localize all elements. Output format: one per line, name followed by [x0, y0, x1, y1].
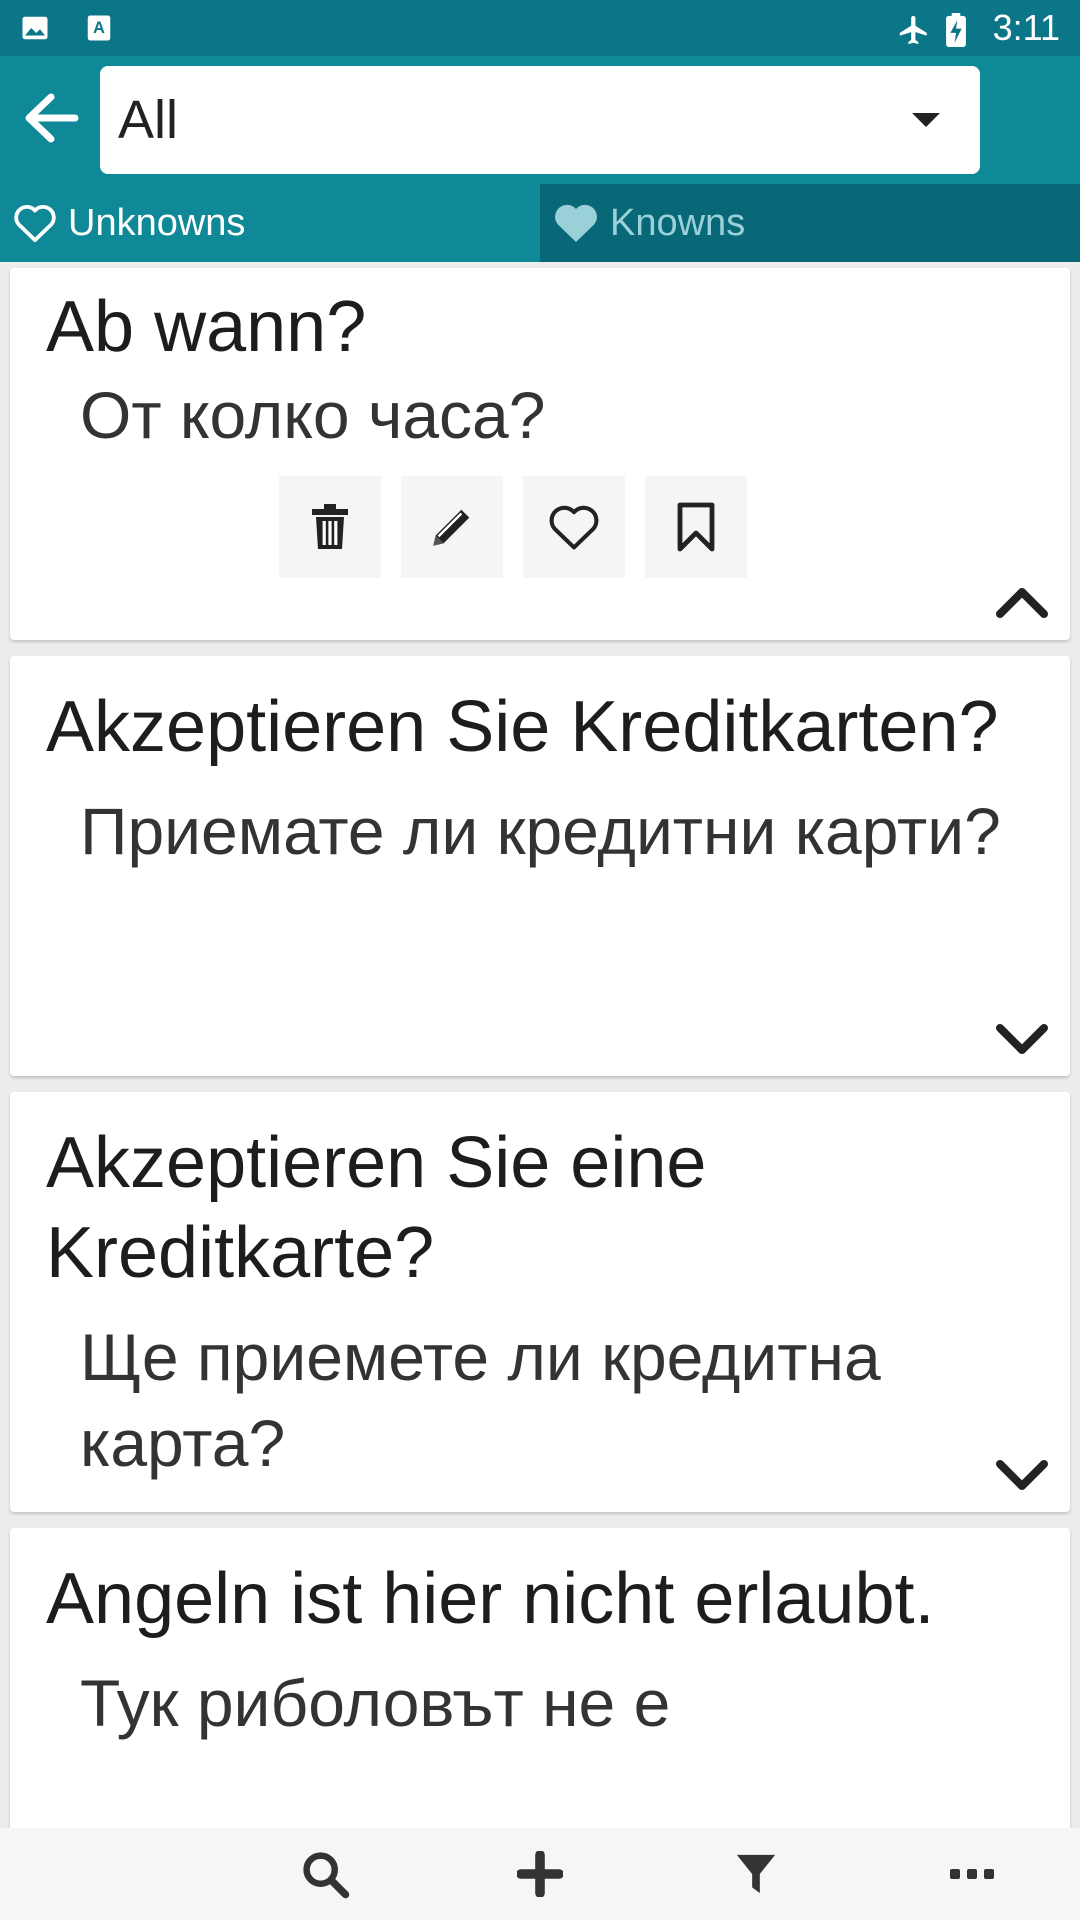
filter-button[interactable]	[726, 1844, 786, 1904]
tab-label: Unknowns	[68, 201, 246, 244]
phrase-term: Ab wann?	[46, 287, 367, 367]
phrase-list: Ab wann? От колко часа? Akzeptieren Sie …	[0, 262, 1080, 1828]
arrow-left-icon	[25, 93, 79, 143]
battery-charging-icon	[945, 13, 975, 48]
heart-outline-icon	[14, 205, 56, 243]
dropdown-arrow-icon	[912, 113, 940, 127]
phrase-translation: От колко часа?	[80, 378, 546, 452]
filter-dropdown-value: All	[118, 90, 179, 150]
bookmark-icon	[677, 502, 715, 552]
phrase-card[interactable]: Ab wann? От колко часа?	[10, 268, 1070, 640]
phrase-term: Akzeptieren Sie Kreditkarten?	[46, 687, 999, 767]
phrase-term: Angeln ist hier nicht erlaubt.	[46, 1559, 935, 1639]
tab-bar: Unknowns Knowns	[0, 184, 1080, 262]
card-actions	[0, 476, 1040, 578]
tab-unknowns[interactable]: Unknowns	[0, 184, 540, 262]
back-button[interactable]	[18, 86, 82, 150]
status-time: 3:11	[992, 7, 1060, 48]
tab-knowns[interactable]: Knowns	[540, 184, 1080, 262]
svg-text:A: A	[93, 19, 105, 37]
filter-dropdown[interactable]: All	[100, 66, 980, 174]
phrase-term: Akzeptieren Sie eine Kreditkarte?	[46, 1123, 707, 1293]
phrase-card[interactable]: Akzeptieren Sie eine Kreditkarte? Ще при…	[10, 1092, 1070, 1512]
more-button[interactable]	[942, 1844, 1002, 1904]
bookmark-button[interactable]	[645, 476, 747, 578]
search-button[interactable]	[295, 1844, 355, 1904]
pencil-icon	[433, 509, 470, 546]
phrase-translation: Тук риболовът не е	[80, 1666, 671, 1740]
airplane-mode-icon	[897, 13, 927, 45]
chevron-down-icon[interactable]	[994, 1018, 1050, 1058]
more-icon	[950, 1869, 994, 1879]
status-bar: A 3:11	[0, 0, 1080, 56]
chevron-down-icon[interactable]	[994, 1454, 1050, 1494]
phrase-card[interactable]: Angeln ist hier nicht erlaubt. Тук рибол…	[10, 1528, 1070, 1828]
favorite-button[interactable]	[523, 476, 625, 578]
toolbar: All	[0, 56, 1080, 184]
image-icon	[20, 13, 50, 43]
phrase-translation: Приемате ли кредитни карти?	[80, 794, 1001, 868]
phrase-translation: Ще приемете ли кредитна карта?	[80, 1320, 881, 1480]
trash-icon	[312, 504, 348, 549]
chevron-up-icon[interactable]	[994, 582, 1050, 622]
font-a-icon: A	[84, 13, 114, 43]
phrase-card[interactable]: Akzeptieren Sie Kreditkarten? Приемате л…	[10, 656, 1070, 1076]
search-icon	[303, 1852, 350, 1899]
heart-outline-icon	[549, 505, 599, 550]
edit-button[interactable]	[401, 476, 503, 578]
bottom-toolbar	[0, 1828, 1080, 1920]
filter-icon	[736, 1854, 776, 1894]
plus-icon	[517, 1851, 563, 1897]
delete-button[interactable]	[279, 476, 381, 578]
add-button[interactable]	[510, 1844, 570, 1904]
tab-label: Knowns	[610, 201, 746, 244]
app-root: A 3:11 All Unknowns Knowns Ab wann? От к…	[0, 0, 1080, 1920]
heart-filled-icon	[555, 204, 597, 242]
